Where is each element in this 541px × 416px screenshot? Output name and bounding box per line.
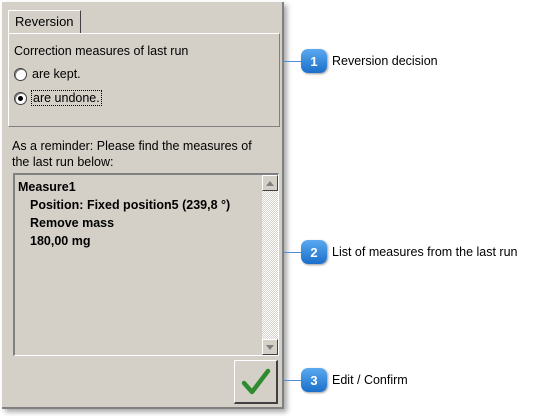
scroll-up-button[interactable] [262, 175, 278, 191]
callout-text-3: Edit / Confirm [332, 373, 408, 387]
measure-amount: 180,00 mg [30, 234, 91, 248]
correction-measures-group: Correction measures of last run are kept… [8, 33, 280, 127]
measures-list: Measure1 Position: Fixed position5 (239,… [18, 178, 258, 250]
reminder-text: As a reminder: Please find the measures … [12, 138, 277, 170]
radio-option-undone[interactable]: are undone. [14, 90, 102, 106]
radio-button-undone[interactable] [14, 91, 27, 105]
callout-connector-1 [283, 61, 303, 62]
scroll-down-button[interactable] [262, 339, 278, 355]
callout-badge-2: 2 [301, 240, 327, 264]
callout-connector-3 [283, 380, 303, 381]
callout-text-1: Reversion decision [332, 54, 438, 68]
callout-connector-2 [283, 252, 303, 253]
measure-position: Position: Fixed position5 (239,8 °) [30, 198, 231, 212]
radio-button-kept[interactable] [14, 67, 27, 81]
reminder-line-2: the last run below: [12, 155, 114, 169]
callout-badge-1: 1 [301, 49, 327, 73]
callout-badge-3: 3 [301, 368, 327, 392]
checkmark-icon [241, 368, 270, 394]
arrow-down-icon [266, 344, 274, 350]
callout-text-2: List of measures from the last run [332, 245, 518, 259]
arrow-up-icon [266, 180, 274, 186]
confirm-button[interactable] [234, 360, 278, 404]
tab-reversion[interactable]: Reversion [8, 10, 81, 33]
measure-name: Measure1 [18, 180, 76, 194]
group-title: Correction measures of last run [14, 44, 189, 58]
radio-label-undone: are undone. [31, 90, 102, 106]
radio-label-kept: are kept. [32, 67, 81, 81]
vertical-scrollbar[interactable] [262, 175, 278, 355]
radio-option-kept[interactable]: are kept. [14, 67, 81, 81]
reversion-panel: Reversion Correction measures of last ru… [2, 2, 284, 409]
measures-listbox[interactable]: Measure1 Position: Fixed position5 (239,… [13, 173, 279, 356]
measure-action: Remove mass [30, 216, 115, 230]
reminder-line-1: As a reminder: Please find the measures … [12, 139, 252, 153]
